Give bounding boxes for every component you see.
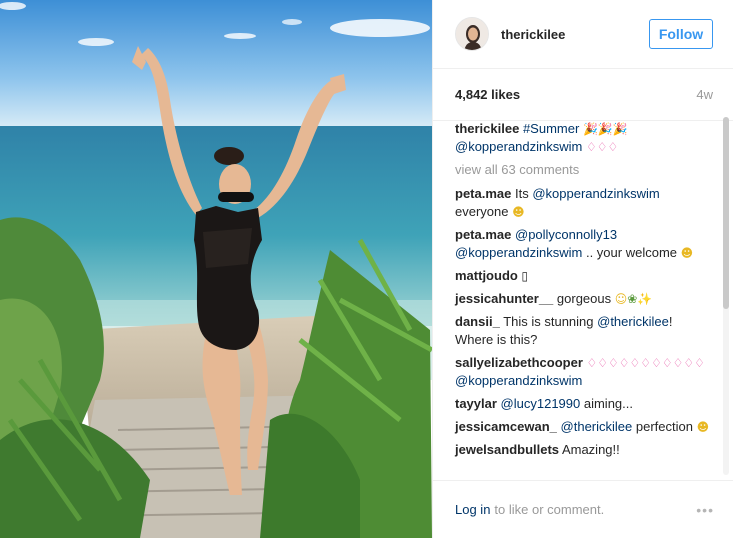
post-footer: Log in to like or comment. ••• (433, 480, 733, 538)
caption-mention[interactable]: @kopperandzinkswim (455, 139, 582, 154)
caption-username[interactable]: therickilee (455, 121, 519, 136)
post-sidebar: therickilee Follow 4,842 likes 4w theric… (432, 0, 733, 538)
comment-text: gorgeous (556, 291, 612, 306)
party-popper-icon: 🎉🎉🎉 (582, 122, 628, 136)
comment-username[interactable]: peta.mae (455, 186, 511, 201)
comment-mention[interactable]: @therickilee (597, 314, 669, 329)
comment: sallyelizabethcooper ♢♢♢♢♢♢♢♢♢♢♢ @kopper… (455, 354, 713, 390)
comment: jewelsandbullets Amazing!! (455, 441, 713, 459)
comment-username[interactable]: peta.mae (455, 227, 511, 242)
more-options-icon[interactable]: ••• (696, 502, 714, 518)
comment-text: perfection (632, 419, 693, 434)
comment-text: everyone (455, 204, 509, 219)
comment-mention[interactable]: @kopperandzinkswim (532, 186, 659, 201)
comment-text: Its (515, 186, 533, 201)
likes-count[interactable]: 4,842 likes (455, 87, 520, 102)
missing-glyph-icon: ▯ (521, 269, 529, 283)
sparkles-icon: ✨ (637, 292, 653, 306)
comment-text: This is stunning (503, 314, 598, 329)
comment: tayylar @lucy121990 aiming... (455, 395, 713, 413)
comment: jessicahunter__ gorgeous ☺❀✨ (455, 290, 713, 308)
comment-username[interactable]: mattjoudo (455, 268, 518, 283)
avatar[interactable] (455, 17, 489, 51)
comment: mattjoudo ▯ (455, 267, 713, 285)
comments-scrollbar[interactable] (723, 117, 729, 475)
caption-hashtag[interactable]: #Summer (523, 121, 579, 136)
comment-mention[interactable]: @therickilee (561, 419, 633, 434)
post-photo[interactable] (0, 0, 432, 538)
post-time[interactable]: 4w (696, 87, 713, 102)
smile-icon: ☻ (680, 246, 694, 260)
comment-text: .. your welcome (582, 245, 678, 260)
herb-icon: ❀ (627, 292, 638, 306)
instagram-post: therickilee Follow 4,842 likes 4w theric… (0, 0, 733, 538)
bikini-icon: ♢♢♢ (585, 140, 619, 154)
caption: therickilee #Summer 🎉🎉🎉 @kopperandzinksw… (455, 120, 713, 156)
login-prompt-text: to like or comment. (494, 502, 605, 517)
comment-username[interactable]: sallyelizabethcooper (455, 355, 583, 370)
comment-text: aiming... (580, 396, 633, 411)
comment-mention[interactable]: @lucy121990 (501, 396, 581, 411)
relieved-face-icon: ☺ (614, 292, 628, 306)
scrollbar-thumb[interactable] (723, 117, 729, 309)
comment-text: Amazing!! (561, 442, 620, 457)
comment: peta.mae @pollyconnolly13 @kopperandzink… (455, 226, 713, 262)
comment-username[interactable]: dansii_ (455, 314, 500, 329)
beach-photo (0, 0, 432, 538)
comment: peta.mae Its @kopperandzinkswim everyone… (455, 185, 713, 221)
comment-username[interactable]: jessicamcewan_ (455, 419, 557, 434)
heart-eyes-icon: ☻ (696, 420, 710, 434)
comment: jessicamcewan_ @therickilee perfection ☻ (455, 418, 713, 436)
comments-list[interactable]: therickilee #Summer 🎉🎉🎉 @kopperandzinksw… (433, 114, 733, 480)
comment-username[interactable]: jewelsandbullets (455, 442, 559, 457)
follow-button[interactable]: Follow (649, 19, 713, 49)
comment-username[interactable]: jessicahunter__ (455, 291, 553, 306)
username[interactable]: therickilee (501, 27, 565, 42)
comment-mention[interactable]: @kopperandzinkswim (455, 373, 582, 388)
bikini-icon: ♢♢♢♢♢♢♢♢♢♢♢ (586, 356, 705, 370)
post-header: therickilee Follow (433, 0, 733, 69)
comment: dansii_ This is stunning @therickilee! W… (455, 313, 713, 349)
comment-username[interactable]: tayylar (455, 396, 497, 411)
view-all-comments-link[interactable]: view all 63 comments (455, 161, 716, 179)
smile-icon: ☻ (512, 205, 525, 219)
login-link[interactable]: Log in (455, 502, 490, 517)
